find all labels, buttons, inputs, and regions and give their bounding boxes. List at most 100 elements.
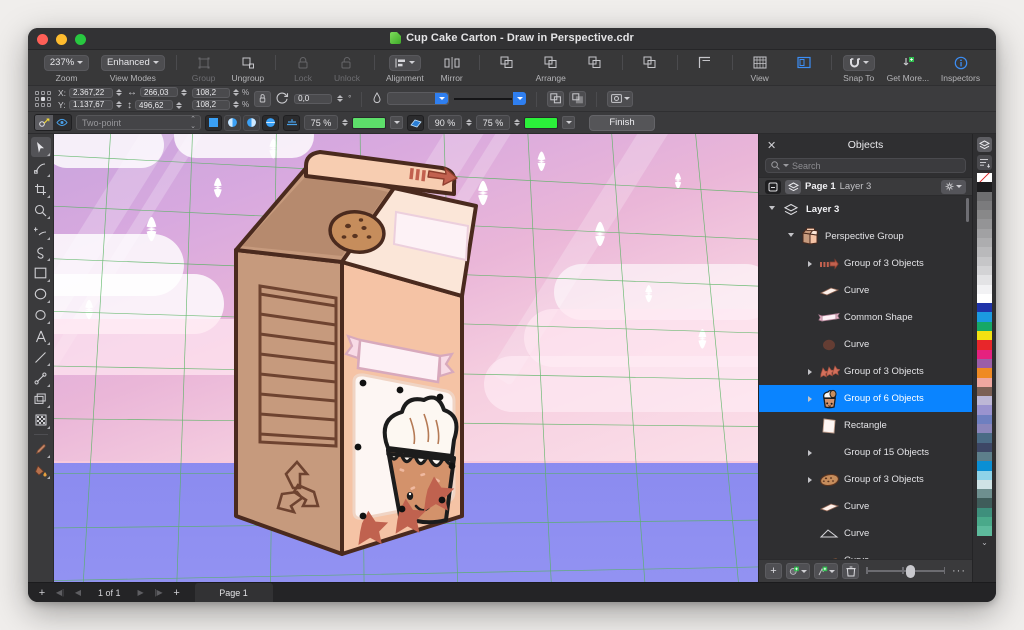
grid-opacity-1-input[interactable]: 75 % (304, 115, 338, 130)
objects-page-label[interactable]: Page 1 (805, 181, 836, 192)
palette-swatch[interactable] (977, 405, 992, 415)
palette-swatch[interactable] (977, 191, 992, 201)
parallel-dimension-tool[interactable] (31, 347, 51, 367)
palette-swatch[interactable] (977, 275, 992, 285)
anchor-cell[interactable] (35, 102, 39, 107)
palette-swatch[interactable] (977, 219, 992, 229)
interactive-fill-tool[interactable] (31, 460, 51, 480)
rectangle-tool[interactable] (31, 263, 51, 283)
toolbar-alignment[interactable]: Alignment (380, 54, 430, 83)
grid-opacity-2-input[interactable]: 90 % (428, 115, 462, 130)
palette-swatch[interactable] (977, 173, 992, 183)
palette-swatch[interactable] (977, 526, 992, 536)
palette-fill-toggle[interactable] (977, 137, 992, 152)
palette-swatch[interactable] (977, 507, 992, 517)
show-layers-toggle[interactable] (785, 179, 801, 194)
palette-swatch[interactable] (977, 358, 992, 369)
anchor-cell[interactable] (41, 102, 45, 107)
palette-swatch[interactable] (977, 210, 992, 220)
first-page-button[interactable]: ◀| (52, 588, 68, 597)
palette-swatch[interactable] (977, 228, 992, 239)
toolbar-arrange-front[interactable] (485, 54, 529, 73)
palette-swatch[interactable] (977, 414, 992, 425)
weld-button[interactable] (547, 90, 565, 107)
perspective-grid-toggle[interactable] (283, 114, 300, 131)
perspective-lock-icon[interactable] (35, 115, 53, 130)
anchor-cell[interactable] (47, 90, 51, 95)
height-stepper[interactable] (176, 101, 182, 109)
object-tree-row[interactable]: Group of 3 Objects (759, 466, 972, 493)
palette-swatch[interactable] (977, 265, 992, 276)
palette-swatch[interactable] (977, 238, 992, 248)
perspective-type-select[interactable]: Two-point ⌃ ⌄ (76, 115, 201, 130)
anchor-cell[interactable] (35, 96, 39, 101)
object-tree-row[interactable]: Curve (759, 493, 972, 520)
toolbar-ungroup[interactable]: Ungroup (226, 54, 270, 83)
object-tree-row[interactable]: Rectangle (759, 412, 972, 439)
zoom-tool[interactable] (31, 200, 51, 220)
transparency-tool[interactable] (31, 410, 51, 430)
object-tree-row[interactable]: Curve (759, 547, 972, 559)
palette-swatch[interactable] (977, 303, 992, 313)
toolbar-inspectors[interactable]: Inspectors (935, 54, 986, 83)
grid-color-2-swatch[interactable] (524, 116, 558, 129)
thumbnail-size-slider[interactable] (866, 564, 945, 578)
new-layer-button[interactable]: + (765, 563, 782, 579)
object-tree-row[interactable]: Group of 15 Objects (759, 439, 972, 466)
chevron-right-icon[interactable] (805, 368, 814, 375)
view-modes-dropdown[interactable]: Enhanced (100, 54, 165, 71)
perspective-plane-fill-toggle[interactable] (407, 114, 424, 131)
toolbar-page-border[interactable] (782, 54, 826, 73)
freehand-tool[interactable] (31, 221, 51, 241)
grid-color-2-dropdown[interactable] (562, 116, 575, 129)
chevron-down-icon[interactable] (786, 233, 795, 240)
lock-ratio-button[interactable] (254, 90, 272, 107)
rotation-stepper[interactable] (337, 95, 344, 102)
plane-solid-button[interactable] (205, 114, 222, 131)
plane-left-button[interactable] (224, 114, 241, 131)
width-input[interactable]: 266,03 (140, 87, 178, 97)
grid-opacity-3-input[interactable]: 75 % (476, 115, 510, 130)
chevron-right-icon[interactable] (805, 449, 814, 456)
palette-swatch[interactable] (977, 424, 992, 434)
chevron-right-icon[interactable] (805, 476, 814, 483)
y-position-input[interactable]: 1.137,67 (69, 99, 113, 110)
smart-draw-tool[interactable] (31, 242, 51, 262)
previous-page-button[interactable]: ◀ (70, 588, 86, 597)
palette-swatch[interactable] (977, 312, 992, 322)
show-pages-toggle[interactable] (765, 179, 781, 194)
object-tree-row[interactable]: Layer 3 (759, 196, 972, 223)
anchor-cell-center[interactable] (41, 96, 45, 101)
grid-color-1-swatch[interactable] (352, 116, 386, 129)
new-master-layer-dropdown[interactable] (814, 563, 838, 579)
palette-swatch[interactable] (977, 256, 992, 266)
objects-tree[interactable]: Layer 3 Perspective Group Group of 3 Objec… (759, 196, 972, 559)
toolbar-get-more[interactable]: Get More... (881, 54, 935, 83)
toolbar-arrange-forward[interactable]: Arrange (529, 54, 573, 83)
pick-tool[interactable] (30, 137, 51, 157)
toolbar-view-modes[interactable]: Enhanced View Modes (95, 54, 171, 83)
delete-button[interactable] (842, 563, 859, 579)
toolbar-view[interactable]: View (738, 54, 782, 83)
palette-swatch[interactable] (977, 321, 992, 332)
shape-tool[interactable] (31, 158, 51, 178)
grid-opacity-2-stepper[interactable] (466, 119, 472, 126)
polygon-tool[interactable] (31, 305, 51, 325)
palette-swatch[interactable] (977, 442, 992, 452)
anchor-cell[interactable] (47, 96, 51, 101)
toolbar-zoom[interactable]: 237% Zoom (38, 54, 95, 83)
rotation-input[interactable]: 0,0 (294, 93, 333, 104)
object-tree-row[interactable]: Curve (759, 277, 972, 304)
toolbar-snap-to[interactable]: Snap To (837, 54, 881, 83)
anchor-point-selector[interactable] (35, 90, 51, 107)
wireframe-dropdown[interactable] (607, 90, 634, 107)
new-object-dropdown[interactable] (786, 563, 810, 579)
plane-floor-button[interactable] (262, 114, 279, 131)
palette-swatch[interactable] (977, 293, 992, 304)
x-position-input[interactable]: 2.367,22 (69, 87, 113, 98)
chevron-down-icon[interactable] (435, 93, 449, 104)
add-page-button-left[interactable]: + (34, 587, 50, 599)
perspective-visibility-icon[interactable] (53, 115, 71, 130)
objects-more-options[interactable]: ··· (952, 565, 966, 577)
outline-width-dropdown[interactable] (387, 92, 450, 105)
